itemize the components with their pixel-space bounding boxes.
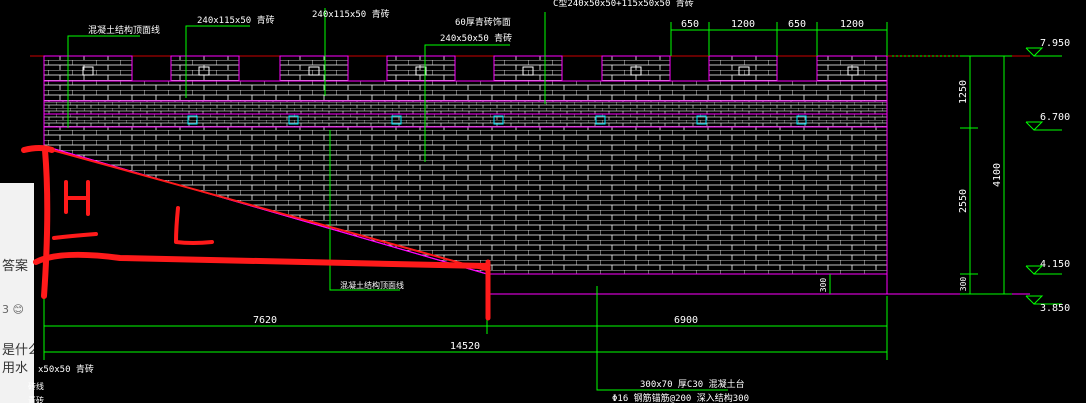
dim-right-1250: 1250 [958,80,969,104]
sketch-letter-l [174,206,214,245]
dim-top-3: 650 [788,19,806,30]
dim-right-total: 4100 [992,163,1003,187]
main-wall [43,126,888,275]
frieze [43,100,888,115]
sketch-base-line [33,251,489,269]
label-bottom-row-2: 240x50x50 青砖 [440,32,512,44]
label-brick-top-a: 240x115x50 青砖 [197,14,275,26]
label-left-note: x50x50 青砖 [38,363,94,375]
dim-top-1: 650 [681,19,699,30]
dim-bottom-left: 7620 [253,315,277,326]
sketch-h-arrow [52,232,98,240]
label-beam-line2: Φ16 钢筋锚筋@200 深入结构300 [612,392,749,403]
sketch-letter-h [64,180,90,216]
cornice [43,113,888,128]
elevation-7950: 7.950 [1040,38,1070,49]
dim-top-2: 1200 [731,19,755,30]
dim-top-4: 1200 [840,19,864,30]
dim-bottom-right: 6900 [674,315,698,326]
merlons [43,55,888,82]
cad-drawing-canvas[interactable]: 混凝土结构顶面线 240x115x50 青砖 240x115x50 青砖 C型2… [0,0,1086,403]
label-concrete-bottom: 混凝土结构顶面线 [340,280,404,290]
dim-right-2550: 2550 [958,189,969,213]
dim-right-300: 300 [959,277,968,292]
label-concrete-top: 混凝土结构顶面线 [88,24,160,36]
label-bottom-row: 60厚青砖饰面 [455,16,511,28]
label-beam-line1: 300x70 厚C30 混凝土台 [640,378,745,390]
label-left-note-3: 青砖 [28,395,44,403]
elevation-4150: 4.150 [1040,259,1070,270]
dim-small-300: 300 [819,278,828,293]
elevation-3850: 3.850 [1040,303,1070,314]
parapet-band [43,80,888,102]
label-brick-top-b: 240x115x50 青砖 [312,8,390,20]
sketch-height-bar [21,145,55,299]
dim-overall: 14520 [450,341,480,352]
label-top-clipped: C型240x50x50+115x50x50 青砖 [553,0,694,9]
label-left-note-2: 砖线 [28,381,44,391]
elevation-6700: 6.700 [1040,112,1070,123]
